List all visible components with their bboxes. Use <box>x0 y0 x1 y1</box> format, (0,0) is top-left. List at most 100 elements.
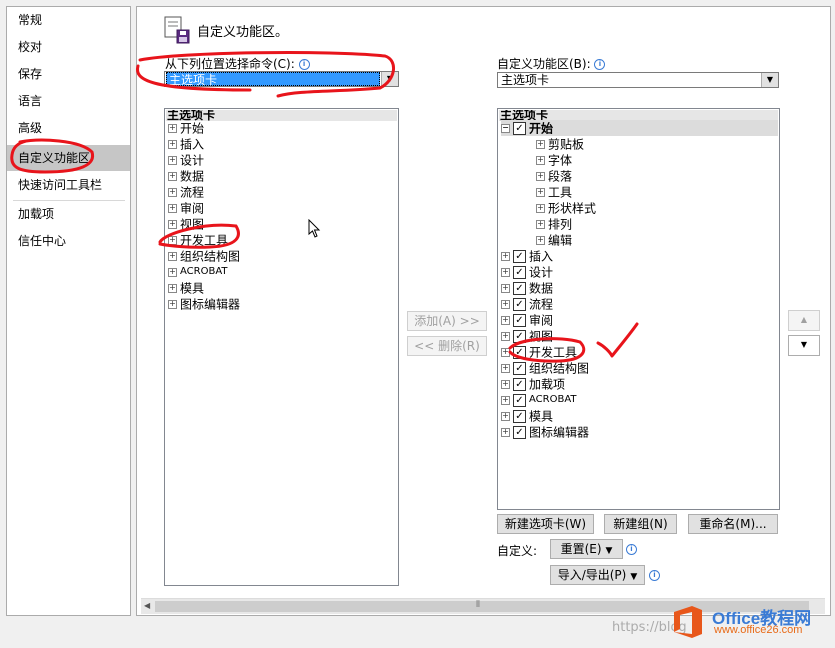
expand-icon[interactable]: + <box>501 332 510 341</box>
customize-ribbon-combo[interactable]: 主选项卡 ▼ <box>497 72 779 88</box>
tree-item-developer[interactable]: + ✓ 开发工具 <box>501 344 577 360</box>
list-item[interactable]: + 视图 <box>168 216 204 232</box>
nav-item-proofing[interactable]: 校对 <box>7 34 130 60</box>
tree-item[interactable]: + ✓ 模具 <box>501 408 553 424</box>
list-item[interactable]: + 设计 <box>168 152 204 168</box>
scrollbar-thumb[interactable] <box>155 601 809 612</box>
expand-icon[interactable]: + <box>536 220 545 229</box>
expand-icon[interactable]: + <box>168 267 177 277</box>
expand-icon[interactable]: + <box>168 236 177 245</box>
expand-icon[interactable]: + <box>536 236 545 245</box>
tree-item[interactable]: + ✓ 组织结构图 <box>501 360 589 376</box>
checkbox-checked-icon[interactable]: ✓ <box>513 298 526 311</box>
tree-item[interactable]: + ✓ ACROBAT <box>501 392 577 408</box>
nav-item-save[interactable]: 保存 <box>7 61 130 87</box>
tree-group-item[interactable]: + 段落 <box>536 168 572 184</box>
expand-icon[interactable]: + <box>501 268 510 277</box>
tree-item[interactable]: + ✓ 加载项 <box>501 376 565 392</box>
expand-icon[interactable]: + <box>168 140 177 149</box>
list-item[interactable]: + 插入 <box>168 136 204 152</box>
list-item[interactable]: + 模具 <box>168 280 204 296</box>
tree-item[interactable]: + ✓ 图标编辑器 <box>501 424 589 440</box>
move-up-button[interactable]: ▲ <box>788 310 820 331</box>
expand-icon[interactable]: + <box>501 380 510 389</box>
expand-icon[interactable]: + <box>168 124 177 133</box>
checkbox-checked-icon[interactable]: ✓ <box>513 410 526 423</box>
tree-item[interactable]: + ✓ 视图 <box>501 328 553 344</box>
checkbox-checked-icon[interactable]: ✓ <box>513 282 526 295</box>
tree-group-item[interactable]: + 工具 <box>536 184 572 200</box>
nav-item-addins[interactable]: 加载项 <box>7 201 130 227</box>
expand-icon[interactable]: + <box>501 428 510 437</box>
choose-commands-combo[interactable]: 主选项卡 ▼ <box>164 71 399 87</box>
checkbox-checked-icon[interactable]: ✓ <box>513 393 526 407</box>
chevron-down-icon[interactable]: ▼ <box>761 73 778 87</box>
tree-item[interactable]: + ✓ 流程 <box>501 296 553 312</box>
tree-group-item[interactable]: + 编辑 <box>536 232 572 248</box>
nav-item-customize-ribbon[interactable]: 自定义功能区 <box>7 145 130 171</box>
import-export-button[interactable]: 导入/导出(P) ▼ <box>550 565 645 585</box>
list-item[interactable]: + 组织结构图 <box>168 248 240 264</box>
list-item[interactable]: + 图标编辑器 <box>168 296 240 312</box>
expand-icon[interactable]: + <box>168 284 177 293</box>
checkbox-checked-icon[interactable]: ✓ <box>513 330 526 343</box>
expand-icon[interactable]: + <box>501 252 510 261</box>
tree-group-item[interactable]: + 字体 <box>536 152 572 168</box>
list-item[interactable]: + 开始 <box>168 120 204 136</box>
tree-group-item[interactable]: + 排列 <box>536 216 572 232</box>
expand-icon[interactable]: + <box>168 220 177 229</box>
scroll-left-icon[interactable]: ◀ <box>144 601 150 610</box>
nav-item-quick-access-toolbar[interactable]: 快速访问工具栏 <box>7 172 130 198</box>
expand-icon[interactable]: + <box>536 188 545 197</box>
checkbox-checked-icon[interactable]: ✓ <box>513 250 526 263</box>
rename-button[interactable]: 重命名(M)... <box>688 514 778 534</box>
expand-icon[interactable]: + <box>168 156 177 165</box>
tree-item[interactable]: + ✓ 审阅 <box>501 312 553 328</box>
list-item[interactable]: + 数据 <box>168 168 204 184</box>
chevron-down-icon[interactable]: ▼ <box>381 72 398 86</box>
new-tab-button[interactable]: 新建选项卡(W) <box>497 514 594 534</box>
expand-icon[interactable]: + <box>168 252 177 261</box>
nav-item-trust-center[interactable]: 信任中心 <box>7 228 130 254</box>
expand-icon[interactable]: + <box>501 348 510 357</box>
expand-icon[interactable]: + <box>501 300 510 309</box>
expand-icon[interactable]: + <box>501 284 510 293</box>
remove-button[interactable]: << 删除(R) <box>407 336 487 356</box>
checkbox-checked-icon[interactable]: ✓ <box>513 346 526 359</box>
expand-icon[interactable]: + <box>501 364 510 373</box>
nav-item-general[interactable]: 常规 <box>7 7 130 33</box>
tree-item-home[interactable]: − ✓ 开始 <box>501 120 778 136</box>
tree-item[interactable]: + ✓ 插入 <box>501 248 553 264</box>
move-down-button[interactable]: ▼ <box>788 335 820 356</box>
expand-icon[interactable]: + <box>536 204 545 213</box>
tree-group-item[interactable]: + 形状样式 <box>536 200 596 216</box>
ribbon-tabs-tree[interactable]: 主选项卡 − ✓ 开始 + 剪贴板 + 字体 + 段落 + 工具 + 形状样式 + 排列 + 编辑… <box>497 108 780 510</box>
expand-icon[interactable]: + <box>536 172 545 181</box>
expand-icon[interactable]: + <box>168 204 177 213</box>
list-item[interactable]: + 审阅 <box>168 200 204 216</box>
new-group-button[interactable]: 新建组(N) <box>604 514 677 534</box>
expand-icon[interactable]: + <box>501 395 510 405</box>
nav-item-language[interactable]: 语言 <box>7 88 130 114</box>
checkbox-checked-icon[interactable]: ✓ <box>513 314 526 327</box>
expand-icon[interactable]: + <box>168 172 177 181</box>
checkbox-checked-icon[interactable]: ✓ <box>513 122 526 135</box>
list-item[interactable]: + 流程 <box>168 184 204 200</box>
expand-icon[interactable]: + <box>536 156 545 165</box>
expand-icon[interactable]: + <box>501 316 510 325</box>
tree-item[interactable]: + ✓ 设计 <box>501 264 553 280</box>
checkbox-checked-icon[interactable]: ✓ <box>513 426 526 439</box>
expand-icon[interactable]: + <box>168 188 177 197</box>
expand-icon[interactable]: + <box>536 140 545 149</box>
tree-item[interactable]: + ✓ 数据 <box>501 280 553 296</box>
tree-group-item[interactable]: + 剪贴板 <box>536 136 584 152</box>
add-button[interactable]: 添加(A) >> <box>407 311 487 331</box>
collapse-icon[interactable]: − <box>501 124 510 133</box>
available-commands-list[interactable]: 主选项卡 + 开始 + 插入 + 设计 + 数据 + 流程 + 审阅 + 视图 + 开发工具 +… <box>164 108 399 586</box>
list-item[interactable]: + ACROBAT <box>168 264 228 280</box>
nav-item-advanced[interactable]: 高级 <box>7 115 130 141</box>
checkbox-checked-icon[interactable]: ✓ <box>513 378 526 391</box>
checkbox-checked-icon[interactable]: ✓ <box>513 362 526 375</box>
expand-icon[interactable]: + <box>168 300 177 309</box>
checkbox-checked-icon[interactable]: ✓ <box>513 266 526 279</box>
